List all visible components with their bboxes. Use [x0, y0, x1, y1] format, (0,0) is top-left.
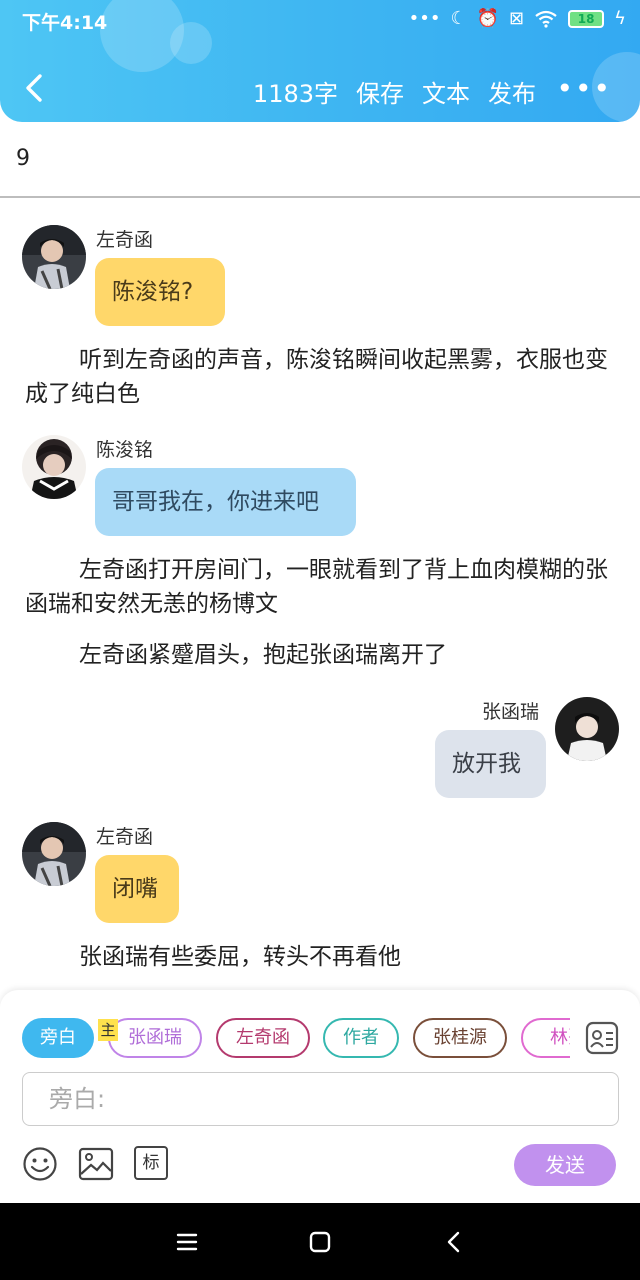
wifi-icon — [535, 10, 557, 28]
charging-icon: ϟ — [614, 8, 626, 29]
top-app-bar: 下午4:14 ••• ☾ ⏰ ⊠ 18 ϟ 1183字 保存 文本 发布 ••• — [0, 0, 640, 122]
divider — [0, 196, 640, 198]
tag-icon[interactable]: 标 — [134, 1146, 168, 1180]
contacts-icon[interactable] — [585, 1021, 619, 1055]
speaker-name: 左奇函 — [96, 229, 154, 251]
back-nav-icon[interactable] — [440, 1227, 470, 1257]
narration-text[interactable]: 左奇函紧蹙眉头，抱起张函瑞离开了 — [25, 638, 617, 672]
dialog-bubble[interactable]: 闭嘴 — [95, 855, 179, 923]
battery-icon: 18 — [568, 9, 605, 28]
status-time: 下午4:14 — [22, 12, 108, 34]
narration-text[interactable]: 张函瑞有些委屈，转头不再看他 — [25, 940, 617, 974]
word-count: 1183字 — [252, 80, 338, 108]
tag-icon-label: 标 — [142, 1153, 160, 1173]
status-icons: ••• ☾ ⏰ ⊠ 18 ϟ — [409, 8, 626, 29]
avatar-zuoqihan[interactable] — [22, 225, 86, 289]
role-chip-narrator[interactable]: 旁白 — [22, 1018, 94, 1058]
avatar-zhanghanrui[interactable] — [555, 697, 619, 761]
publish-button[interactable]: 发布 — [488, 74, 536, 109]
role-chip-zhangguiyuan[interactable]: 张桂源 — [413, 1018, 507, 1058]
moon-icon: ☾ — [450, 8, 467, 29]
home-icon[interactable] — [305, 1227, 335, 1257]
role-chip-zuoqihan[interactable]: 左奇函 — [216, 1018, 310, 1058]
role-chip-zhanghanrui[interactable]: 张函瑞 — [108, 1018, 202, 1058]
text-mode-button[interactable]: 文本 — [422, 74, 470, 109]
role-chip-author[interactable]: 作者 — [323, 1018, 399, 1058]
save-button[interactable]: 保存 — [356, 74, 404, 109]
dialog-bubble[interactable]: 陈浚铭? — [95, 258, 225, 326]
alarm-icon: ⏰ — [476, 8, 500, 29]
speaker-name: 左奇函 — [96, 826, 154, 848]
dialog-bubble[interactable]: 放开我 — [435, 730, 546, 798]
avatar-zuoqihan[interactable] — [22, 822, 86, 886]
system-navigation-bar — [0, 1203, 640, 1280]
status-bar: 下午4:14 ••• ☾ ⏰ ⊠ 18 ϟ — [0, 0, 640, 40]
avatar-chenjunming[interactable] — [22, 435, 86, 499]
editor-toolbar: 1183字 保存 文本 发布 ••• — [0, 60, 640, 118]
narration-text[interactable]: 左奇函打开房间门，一眼就看到了背上血肉模糊的张函瑞和安然无恙的杨博文 — [25, 553, 617, 621]
dots-icon: ••• — [408, 8, 441, 29]
image-icon[interactable] — [78, 1146, 114, 1182]
message-input[interactable]: 旁白: — [22, 1072, 619, 1126]
role-chip-linxi[interactable]: 林熹 — [521, 1018, 570, 1058]
chapter-number[interactable]: 9 — [16, 146, 30, 171]
speaker-name: 张函瑞 — [482, 701, 540, 723]
menu-icon[interactable] — [172, 1227, 202, 1257]
toolbar-actions: 1183字 保存 文本 发布 — [253, 74, 536, 109]
main-character-badge: 主 — [98, 1019, 118, 1041]
back-icon[interactable] — [20, 70, 50, 106]
more-options-button[interactable]: ••• — [556, 75, 612, 103]
speaker-name: 陈浚铭 — [96, 439, 154, 461]
dialog-bubble[interactable]: 哥哥我在，你进来吧 — [95, 468, 356, 536]
emoji-icon[interactable] — [22, 1146, 58, 1182]
narration-text[interactable]: 听到左奇函的声音，陈浚铭瞬间收起黑雾，衣服也变成了纯白色 — [25, 343, 617, 411]
sim-off-icon: ⊠ — [509, 8, 525, 29]
send-button[interactable]: 发送 — [514, 1144, 616, 1186]
